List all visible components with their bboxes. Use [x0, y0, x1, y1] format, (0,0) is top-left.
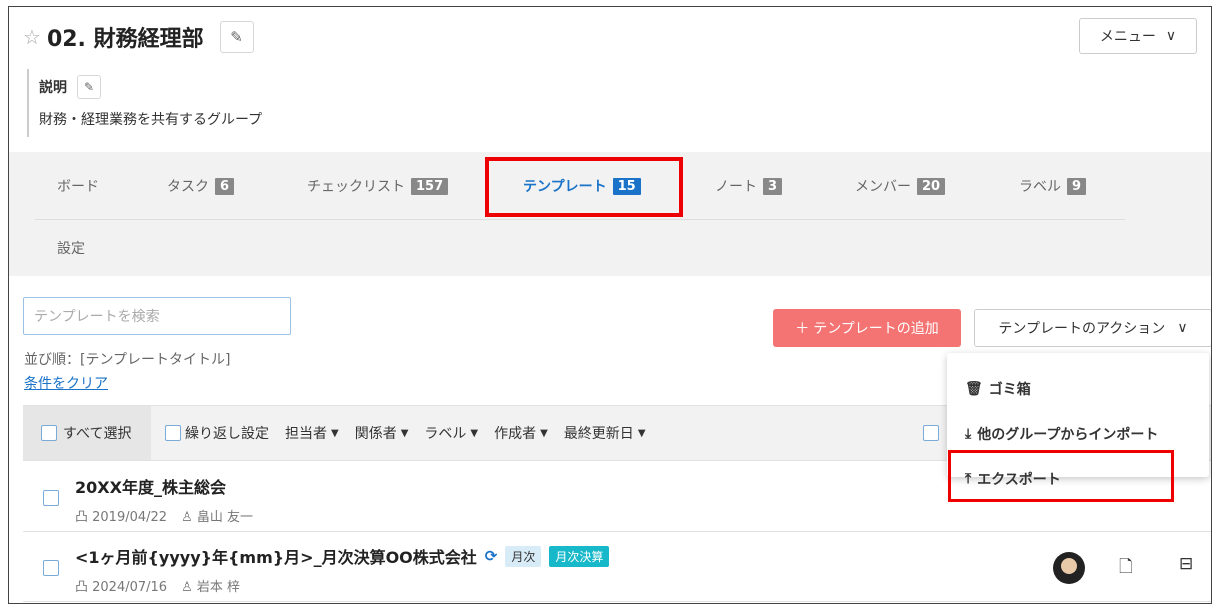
row-date: 凸 2019/04/22: [75, 510, 168, 525]
tab-label: ラベル: [1019, 179, 1061, 195]
filter-label: 繰り返し設定: [185, 426, 269, 442]
count-badge: 3: [763, 177, 783, 195]
dropdown-label: ゴミ箱: [988, 382, 1031, 398]
tab-bar: ボード タスク 6 チェックリスト 157 テンプレート 15 ノート 3 メン…: [9, 152, 1211, 276]
row-user: ♙ 畠山 友一: [181, 510, 254, 525]
plus-icon: ＋: [795, 321, 810, 337]
count-badge: 157: [411, 177, 449, 195]
caret-down-icon: ▼: [470, 427, 479, 439]
repeat-icon: ⟳: [484, 547, 498, 565]
calendar-icon: 凸: [75, 510, 93, 525]
caret-down-icon: ▼: [637, 427, 646, 439]
filter-updated[interactable]: 最終更新日 ▼: [564, 423, 646, 443]
edit-description-button[interactable]: ✎: [77, 75, 101, 99]
row-checkbox[interactable]: [43, 490, 59, 506]
chevron-down-icon: ∨: [1165, 28, 1177, 44]
tab-settings[interactable]: 設定: [57, 238, 85, 258]
tab-label: ノート: [715, 179, 757, 195]
repeat-checkbox[interactable]: [165, 425, 181, 441]
filter-related[interactable]: 関係者 ▼: [355, 423, 409, 443]
menu-label: メニュー: [1099, 29, 1156, 45]
count-badge: 20: [917, 177, 946, 195]
edit-title-button[interactable]: ✎: [219, 21, 254, 53]
add-template-label: テンプレートの追加: [813, 321, 939, 337]
label-tag[interactable]: 月次決算: [549, 545, 610, 567]
select-all-toggle[interactable]: すべて選択: [23, 406, 151, 460]
caret-down-icon: ▼: [400, 427, 409, 439]
page-frame: ☆ 02. 財務経理部 ✎ メニュー ∨ 説明 ✎ 財務・経理業務を共有するグル…: [8, 6, 1212, 604]
tab-tasks[interactable]: タスク 6: [167, 152, 235, 220]
template-actions-label: テンプレートのアクション: [998, 321, 1166, 337]
row-user: ♙ 岩本 梓: [181, 580, 241, 595]
template-actions-button[interactable]: テンプレートのアクション ∨: [974, 309, 1211, 347]
avatar[interactable]: [1053, 552, 1085, 584]
filter-label-dropdown[interactable]: ラベル ▼: [424, 423, 478, 443]
filter-label: 関係者: [354, 426, 397, 442]
filter-label: 作成者: [494, 426, 537, 442]
filter-repeat[interactable]: 繰り返し設定: [165, 423, 269, 443]
pencil-icon: ✎: [230, 28, 243, 46]
label-tag[interactable]: 月次: [505, 545, 542, 567]
group-header: ☆ 02. 財務経理部 ✎: [23, 21, 254, 53]
table-row[interactable]: <1ヶ月前{yyyy}年{mm}月>_月次決算OO株式会社 ⟳ 月次 月次決算 …: [23, 532, 1211, 602]
archive-icon[interactable]: ⊟: [1179, 554, 1193, 574]
dropdown-item-import[interactable]: ⤓ 他のグループからインポート: [965, 424, 1158, 444]
tab-label: チェックリスト: [307, 179, 405, 195]
dropdown-item-trash[interactable]: 🗑 ゴミ箱: [965, 379, 1031, 399]
filter-label: 担当者: [285, 426, 327, 442]
caret-down-icon: ▼: [540, 427, 548, 439]
tab-label: ボード: [57, 179, 99, 195]
tab-checklists[interactable]: チェックリスト 157: [307, 152, 449, 220]
pencil-icon: ✎: [83, 80, 95, 94]
export-highlight-box: [948, 450, 1174, 502]
calendar-icon: 凸: [75, 580, 93, 595]
caret-down-icon: ▼: [331, 427, 339, 439]
menu-button[interactable]: メニュー ∨: [1079, 18, 1197, 54]
chevron-down-icon: ∨: [1177, 320, 1188, 336]
count-badge: 6: [215, 177, 235, 195]
extra-filter-checkbox[interactable]: [923, 425, 939, 441]
tab-members[interactable]: メンバー 20: [855, 152, 946, 220]
document-icon[interactable]: 🗋: [1119, 554, 1133, 583]
dropdown-label: 他のグループからインポート: [977, 427, 1159, 443]
row-title[interactable]: 20XX年度_株主総会: [75, 474, 226, 498]
description-label: 説明: [39, 80, 67, 96]
tab-label: メンバー: [855, 179, 911, 195]
count-badge: 9: [1067, 177, 1087, 195]
tab-label: タスク: [167, 179, 209, 195]
tab-labels[interactable]: ラベル 9: [1019, 152, 1087, 220]
tab-highlight-box: [485, 157, 683, 217]
tab-notes[interactable]: ノート 3: [715, 152, 783, 220]
clear-filters-link[interactable]: 条件をクリア: [24, 373, 108, 393]
tab-board[interactable]: ボード: [57, 152, 99, 220]
select-all-label: すべて選択: [63, 426, 132, 442]
row-title[interactable]: <1ヶ月前{yyyy}年{mm}月>_月次決算OO株式会社: [75, 544, 477, 568]
description-text: 財務・経理業務を共有するグループ: [39, 112, 263, 128]
filter-assignee[interactable]: 担当者 ▼: [285, 423, 339, 443]
sort-order-text: 並び順：[テンプレートタイトル]: [24, 352, 231, 368]
search-input[interactable]: [23, 297, 291, 335]
select-all-checkbox[interactable]: [41, 425, 57, 441]
page-title: 02. 財務経理部: [46, 27, 204, 52]
star-icon[interactable]: ☆: [23, 25, 41, 49]
row-checkbox[interactable]: [43, 560, 59, 576]
filter-label: 最終更新日: [563, 426, 634, 442]
trash-icon: 🗑: [965, 381, 983, 397]
user-icon: ♙: [181, 510, 197, 525]
filter-creator[interactable]: 作成者 ▼: [494, 423, 548, 443]
import-icon: ⤓: [965, 426, 972, 442]
filter-label: ラベル: [424, 426, 467, 442]
description-block: 説明 ✎ 財務・経理業務を共有するグループ: [27, 69, 262, 137]
user-icon: ♙: [181, 580, 197, 595]
row-date: 凸 2024/07/16: [75, 580, 168, 595]
add-template-button[interactable]: ＋ テンプレートの追加: [773, 309, 961, 347]
